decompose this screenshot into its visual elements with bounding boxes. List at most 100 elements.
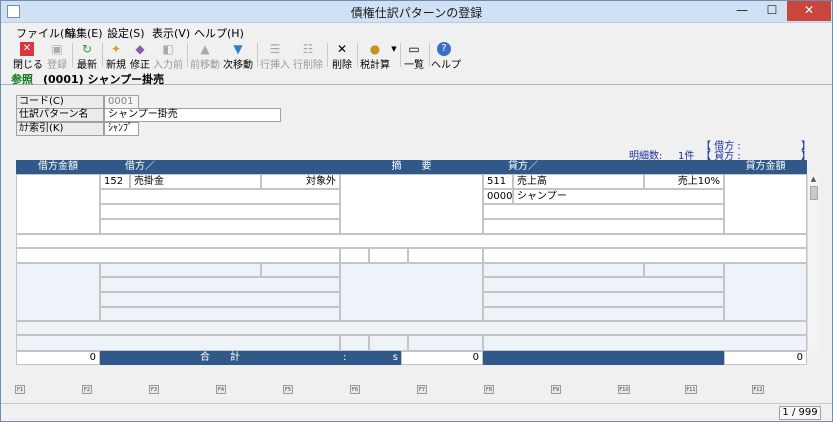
toolbar-separator: [400, 43, 401, 67]
debit-account-code[interactable]: 152: [100, 174, 130, 189]
coins-icon: ●: [369, 42, 381, 56]
debit-sub-row[interactable]: [100, 277, 340, 292]
debit-sub-row[interactable]: [100, 204, 340, 219]
kana-field[interactable]: ｼｬﾝﾌﾟ: [104, 122, 139, 136]
f4-key[interactable]: F4: [216, 385, 226, 394]
detail-row[interactable]: [16, 335, 340, 351]
debit-sub-row[interactable]: [100, 189, 340, 204]
debit-tax-type[interactable]: 対象外: [261, 174, 340, 189]
list-button[interactable]: ▭ 一覧: [402, 40, 426, 71]
credit-amount-cell[interactable]: [724, 263, 807, 321]
new-button[interactable]: ✦ 新規: [104, 40, 128, 71]
maximize-button[interactable]: ☐: [757, 1, 787, 21]
credit-sub-row[interactable]: [483, 277, 724, 292]
menu-settings[interactable]: 設定(S): [107, 25, 145, 41]
credit-sub-row[interactable]: [483, 292, 724, 307]
f8-key[interactable]: F8: [484, 385, 494, 394]
name-field[interactable]: シャンプー掛売: [104, 108, 281, 122]
summary-row[interactable]: [16, 321, 807, 335]
f11-key[interactable]: F11: [685, 385, 697, 394]
f12-key[interactable]: F12: [752, 385, 764, 394]
arrow-up-icon: ▲: [200, 42, 210, 56]
delete-button[interactable]: ✕ 削除: [330, 40, 354, 71]
minimize-button[interactable]: —: [727, 1, 757, 21]
detail-row[interactable]: [340, 248, 369, 263]
f6-key[interactable]: F6: [350, 385, 360, 394]
toolbar-separator: [357, 43, 358, 67]
credit-amount-cell[interactable]: [724, 174, 807, 234]
menu-help[interactable]: ヘルプ(H): [194, 25, 244, 41]
summary-cell[interactable]: [340, 263, 483, 321]
detail-row[interactable]: [483, 335, 807, 351]
toolbar: ✕ 閉じる ▣ 登録 ↻ 最新 ✦ 新規 ◆ 修正 ◧ 入力前 ▲ 前移動 ▼ …: [1, 40, 832, 71]
credit-tax-type[interactable]: [644, 263, 724, 277]
credit-sub-name[interactable]: シャンプー: [513, 189, 724, 204]
mode-label: 参照: [11, 73, 33, 86]
credit-sub-code[interactable]: 00001: [483, 189, 513, 204]
debit-account-name[interactable]: [100, 263, 261, 277]
debit-sub-row[interactable]: [100, 307, 340, 321]
credit-total-bar: [483, 351, 724, 365]
debit-amount-cell[interactable]: [16, 174, 100, 234]
debit-sub-row[interactable]: [100, 219, 340, 234]
toolbar-separator: [72, 43, 73, 67]
menu-view[interactable]: 表示(V): [152, 25, 190, 41]
name-label: 仕訳パターン名(N): [16, 108, 104, 132]
register-button[interactable]: ▣ 登録: [44, 40, 70, 71]
list-window-icon: ▭: [408, 42, 420, 56]
scroll-thumb[interactable]: [810, 186, 818, 200]
summary-total: 0: [401, 351, 483, 365]
detail-row[interactable]: [369, 248, 408, 263]
total-label: 合 計: [100, 351, 340, 365]
prev-move-button[interactable]: ▲ 前移動: [190, 40, 220, 71]
f5-key[interactable]: F5: [283, 385, 293, 394]
before-input-button[interactable]: ◧ 入力前: [153, 40, 183, 71]
scroll-up-arrow-icon[interactable]: ▲: [808, 174, 819, 184]
code-label: コード(C): [16, 95, 104, 109]
debit-account-name[interactable]: 売掛金: [130, 174, 261, 189]
credit-sub-row[interactable]: [483, 307, 724, 321]
row-insert-button[interactable]: ☰ 行挿入: [260, 40, 290, 71]
f3-key[interactable]: F3: [149, 385, 159, 394]
credit-account-code[interactable]: 511: [483, 174, 513, 189]
f9-key[interactable]: F9: [551, 385, 561, 394]
title-bar: 債権仕訳パターンの登録 — ☐ ✕: [1, 1, 832, 23]
grid-scrollbar[interactable]: ▲: [807, 174, 819, 351]
toolbar-separator: [102, 43, 103, 67]
detail-row[interactable]: [408, 335, 483, 351]
credit-sub-row[interactable]: [483, 219, 724, 234]
detail-row[interactable]: [340, 335, 369, 351]
tax-calc-button[interactable]: ● 税計算: [360, 40, 390, 71]
menu-edit[interactable]: 編集(E): [65, 25, 103, 41]
latest-button[interactable]: ↻ 最新: [74, 40, 100, 71]
page-indicator: 1 / 999: [779, 406, 821, 420]
summary-row[interactable]: [16, 234, 807, 248]
row-delete-button[interactable]: ☷ 行削除: [293, 40, 323, 71]
credit-tax-type[interactable]: 売上10%: [644, 174, 724, 189]
close-button[interactable]: ✕ 閉じる: [13, 40, 43, 71]
f10-key[interactable]: F10: [618, 385, 630, 394]
insert-row-icon: ☰: [269, 42, 281, 56]
detail-row[interactable]: [16, 248, 340, 263]
next-move-button[interactable]: ▼ 次移動: [223, 40, 253, 71]
credit-account-name[interactable]: 売上高: [513, 174, 644, 189]
debit-tax-type[interactable]: [261, 263, 340, 277]
detail-row[interactable]: [369, 335, 408, 351]
f7-key[interactable]: F7: [417, 385, 427, 394]
tax-calc-dropdown[interactable]: ▼: [390, 40, 398, 69]
toolbar-separator: [429, 43, 430, 67]
edit-button[interactable]: ◆ 修正: [128, 40, 152, 71]
toolbar-separator: [327, 43, 328, 67]
summary-cell[interactable]: [340, 174, 483, 234]
help-button[interactable]: ? ヘルプ: [431, 40, 461, 71]
debit-sub-row[interactable]: [100, 292, 340, 307]
credit-account-name[interactable]: [483, 263, 644, 277]
credit-sub-row[interactable]: [483, 204, 724, 219]
debit-amount-cell[interactable]: [16, 263, 100, 321]
detail-row[interactable]: [408, 248, 483, 263]
close-window-button[interactable]: ✕: [787, 1, 831, 21]
f2-key[interactable]: F2: [82, 385, 92, 394]
f1-key[interactable]: F1: [15, 385, 25, 394]
detail-row[interactable]: [483, 248, 807, 263]
debit-total: 0: [16, 351, 100, 365]
